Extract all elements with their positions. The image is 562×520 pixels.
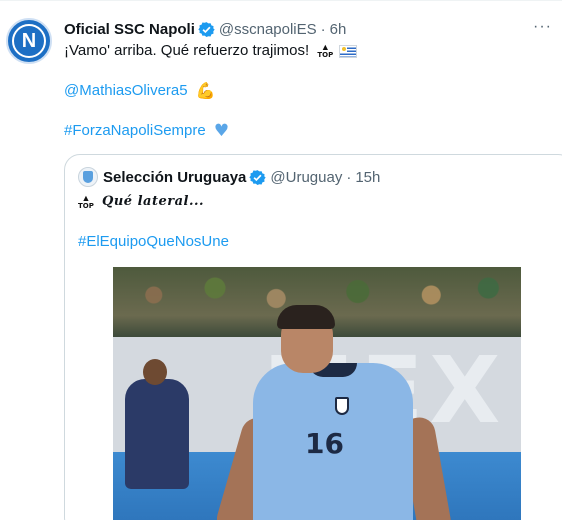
photo-background-player-head <box>143 359 167 385</box>
photo-background-player <box>125 379 189 489</box>
quote-time[interactable]: 15h <box>355 169 380 186</box>
quote-verified-icon <box>249 169 267 185</box>
separator-dot: · <box>320 20 326 38</box>
quote-hashtag-line: #ElEquipoQueNosUne <box>78 232 229 252</box>
tweet[interactable]: N Oficial SSC Napoli @sscnapoliES · 6h ·… <box>0 0 562 520</box>
quote-hashtag-link[interactable]: #ElEquipoQueNosUne <box>78 233 229 250</box>
napoli-logo: N <box>12 24 46 58</box>
quote-text: 𝑸𝒖é 𝒍𝒂𝒕𝒆𝒓𝒂𝒍... <box>102 194 205 210</box>
photo-player-number: 16 <box>305 427 344 460</box>
photo-player-crest <box>335 397 349 415</box>
more-icon[interactable]: ··· <box>533 19 552 35</box>
blue-heart-emoji-icon: ♥ <box>213 121 230 142</box>
napoli-avatar[interactable]: N <box>6 18 52 64</box>
quote-photo[interactable]: MEX 16 <box>113 267 521 520</box>
quote-header: Selección Uruguaya @Uruguay · 15h <box>78 167 380 187</box>
photo-player-hair <box>277 305 335 329</box>
quoted-tweet[interactable]: Selección Uruguaya @Uruguay · 15h ▲ TOP … <box>64 154 562 520</box>
hashtag-link[interactable]: #ForzaNapoliSempre <box>64 122 206 139</box>
muscle-emoji-icon: 💪 <box>195 81 216 101</box>
verified-icon <box>198 21 215 37</box>
quote-author-name[interactable]: Selección Uruguaya <box>103 169 246 186</box>
tweet-header: Oficial SSC Napoli @sscnapoliES · 6h <box>64 19 346 39</box>
quote-separator-dot: · <box>346 168 352 186</box>
tweet-text: ¡Vamo' arriba. Qué refuerzo trajimos! <box>64 42 310 59</box>
tweet-time[interactable]: 6h <box>330 21 347 38</box>
uruguay-avatar[interactable] <box>78 167 98 187</box>
quote-author-handle[interactable]: @Uruguay <box>270 169 342 186</box>
tweet-hashtag-line: #ForzaNapoliSempre ♥ <box>64 121 229 141</box>
tweet-text-line1: ¡Vamo' arriba. Qué refuerzo trajimos! ▲ … <box>64 41 358 61</box>
top-emoji-icon: ▲ TOP <box>317 42 334 60</box>
author-handle[interactable]: @sscnapoliES <box>219 21 317 38</box>
uruguay-flag-icon <box>339 44 358 58</box>
tweet-mention-line: @MathiasOlivera5 💪 <box>64 81 216 101</box>
mention-link[interactable]: @MathiasOlivera5 <box>64 82 188 99</box>
quote-top-emoji-icon: ▲ TOP <box>78 193 94 211</box>
quote-text-line1: ▲ TOP 𝑸𝒖é 𝒍𝒂𝒕𝒆𝒓𝒂𝒍... <box>78 192 204 212</box>
author-name[interactable]: Oficial SSC Napoli <box>64 21 195 38</box>
auf-shield-icon <box>83 171 93 183</box>
